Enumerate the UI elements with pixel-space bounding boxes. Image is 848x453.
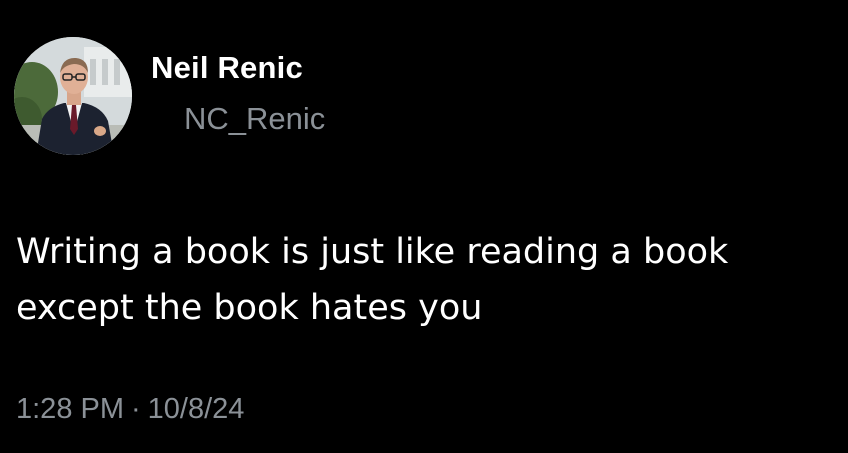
author-handle[interactable]: NC_Renic [184,101,325,137]
tweet-date: 10/8/24 [147,393,245,425]
tweet-text-line: Writing a book is just like reading a bo… [16,232,729,272]
author-display-name[interactable]: Neil Renic [151,50,303,86]
tweet-text-line: except the book hates you [16,288,483,328]
meta-separator: · [131,393,141,425]
tweet-timestamp[interactable]: 1:28 PM · 10/8/24 [16,393,244,426]
avatar[interactable] [14,37,132,155]
tweet-time: 1:28 PM [16,393,124,425]
tweet-text: Writing a book is just like reading a bo… [16,224,836,336]
avatar-photo-icon [14,37,132,155]
tweet-card: Neil Renic NC_Renic Writing a book is ju… [0,0,848,453]
